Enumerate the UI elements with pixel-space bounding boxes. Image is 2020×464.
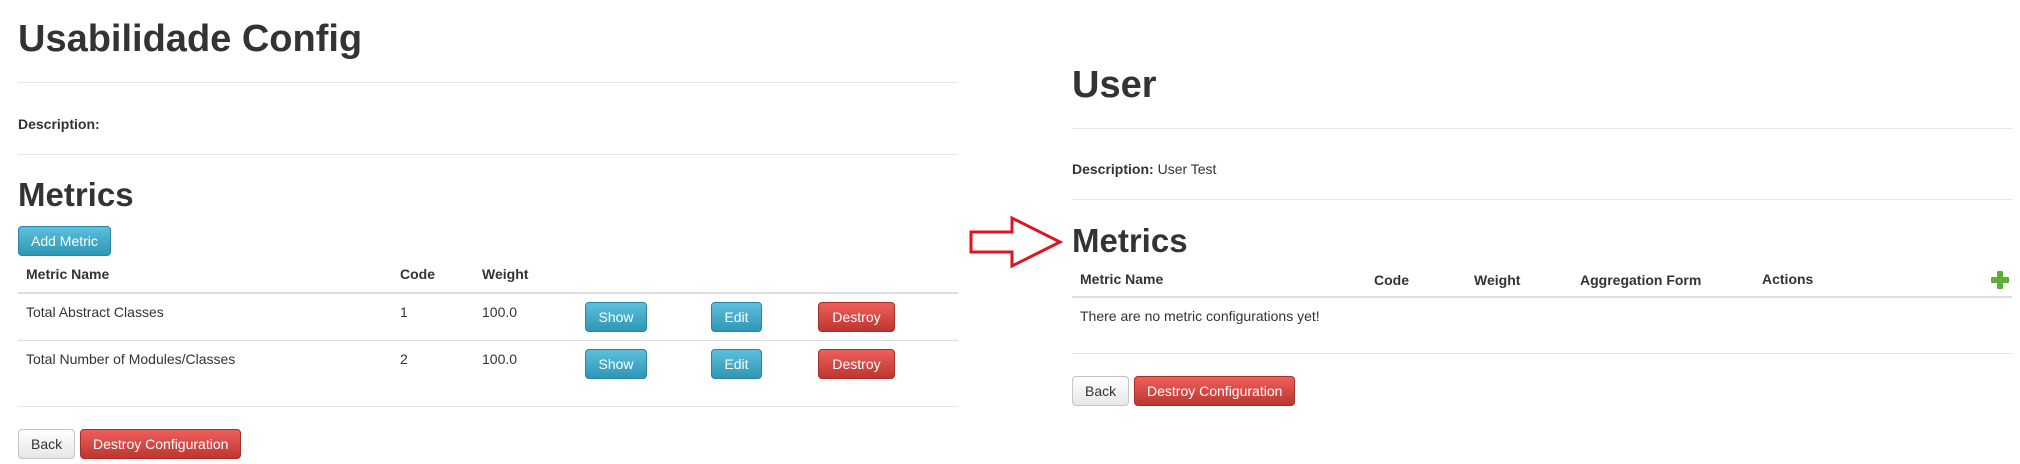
- description: Description: User Test: [1072, 161, 1216, 177]
- plus-icon[interactable]: [1990, 270, 2010, 290]
- weight-cell: 100.0: [482, 351, 518, 367]
- show-button[interactable]: Show: [585, 302, 647, 332]
- divider: [18, 82, 958, 83]
- table-header-line: [1072, 296, 2012, 298]
- page-title: Usabilidade Config: [18, 18, 363, 60]
- col-header-code: Code: [400, 266, 435, 282]
- description: Description:: [18, 116, 100, 132]
- divider: [18, 406, 958, 407]
- row-divider: [18, 340, 958, 341]
- add-metric-button[interactable]: Add Metric: [18, 226, 111, 256]
- metrics-heading: Metrics: [18, 176, 134, 213]
- metrics-heading: Metrics: [1072, 222, 1188, 259]
- description-label: Description:: [1072, 161, 1154, 177]
- back-button[interactable]: Back: [1072, 376, 1130, 406]
- destroy-configuration-button[interactable]: Destroy Configuration: [1134, 376, 1296, 406]
- description-label: Description:: [18, 116, 100, 132]
- code-cell: 2: [400, 351, 408, 367]
- col-header-weight: Weight: [1474, 272, 1521, 288]
- divider: [1072, 199, 2012, 200]
- col-header-aggregation-form: Aggregation Form: [1580, 272, 1702, 288]
- col-header-metric-name: Metric Name: [1080, 271, 1164, 287]
- col-header-metric-name: Metric Name: [26, 266, 110, 282]
- destroy-configuration-button[interactable]: Destroy Configuration: [80, 429, 242, 459]
- show-button[interactable]: Show: [585, 349, 647, 379]
- col-header-weight: Weight: [482, 266, 529, 282]
- divider: [1072, 353, 2012, 354]
- weight-cell: 100.0: [482, 304, 518, 320]
- back-button[interactable]: Back: [18, 429, 76, 459]
- empty-table-message: There are no metric configurations yet!: [1080, 308, 1320, 324]
- table-header-line: [18, 292, 958, 294]
- divider: [18, 154, 958, 155]
- destroy-button[interactable]: Destroy: [818, 302, 895, 332]
- page-title: User: [1072, 64, 1157, 106]
- col-header-code: Code: [1374, 272, 1409, 288]
- edit-button[interactable]: Edit: [711, 302, 762, 332]
- metric-name-cell: Total Number of Modules/Classes: [26, 351, 236, 367]
- description-value: User Test: [1157, 161, 1217, 177]
- edit-button[interactable]: Edit: [711, 349, 762, 379]
- metric-name-cell: Total Abstract Classes: [26, 304, 164, 320]
- code-cell: 1: [400, 304, 408, 320]
- col-header-actions: Actions: [1762, 271, 1814, 287]
- destroy-button[interactable]: Destroy: [818, 349, 895, 379]
- divider: [1072, 128, 2012, 129]
